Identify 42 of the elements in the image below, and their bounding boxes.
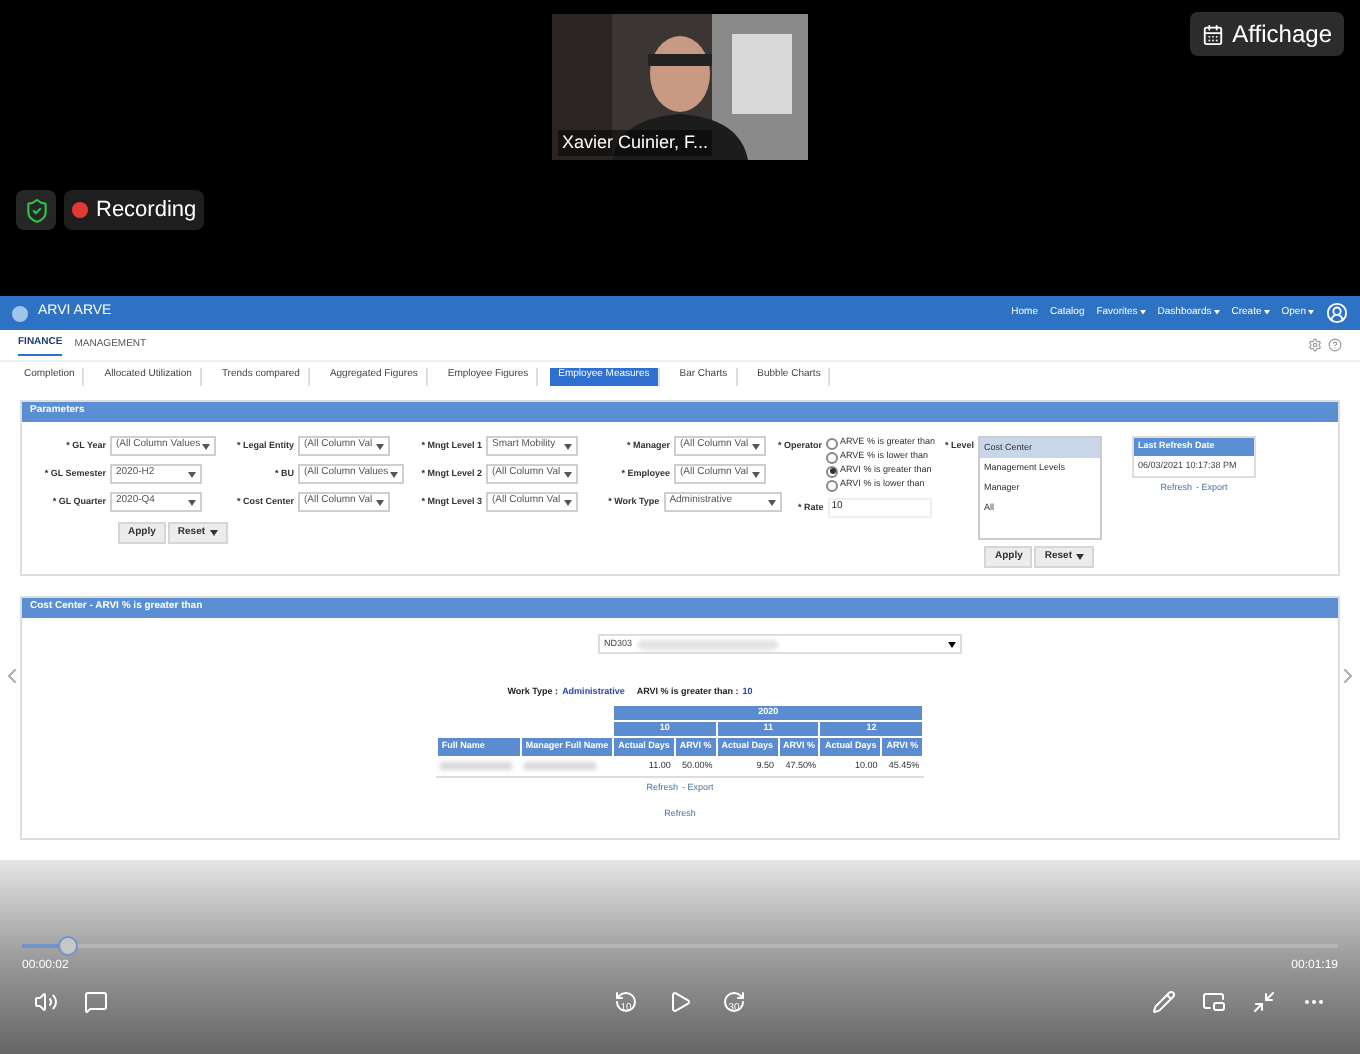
caret-icon	[390, 471, 399, 477]
caret-icon	[209, 530, 218, 536]
radio-button[interactable]	[826, 451, 839, 463]
calendar-icon	[1202, 23, 1225, 45]
view-button[interactable]: Affichage	[1190, 12, 1344, 56]
caret-icon	[1263, 310, 1270, 316]
play-icon[interactable]	[668, 990, 692, 1014]
captions-icon[interactable]	[84, 990, 108, 1014]
caret-icon	[948, 641, 956, 647]
caret-icon	[376, 443, 384, 449]
blurred-text	[638, 639, 779, 649]
caret-icon	[188, 471, 196, 477]
volume-icon[interactable]	[34, 990, 58, 1014]
user-icon[interactable]	[1326, 302, 1348, 324]
blurred-text	[524, 762, 597, 771]
caret-icon	[564, 499, 572, 505]
caret-icon	[1139, 310, 1146, 316]
radio-button[interactable]	[826, 437, 839, 449]
caret-icon	[376, 499, 384, 505]
minimize-icon[interactable]	[1252, 990, 1276, 1014]
progress-thumb[interactable]	[58, 936, 79, 956]
shield-icon	[16, 190, 56, 230]
pencil-icon[interactable]	[1152, 990, 1176, 1014]
caret-icon	[202, 443, 211, 449]
caret-icon	[752, 443, 760, 449]
blurred-text	[440, 762, 513, 771]
caret-icon	[1308, 310, 1314, 316]
logo-icon	[12, 305, 28, 321]
recording-badge: Recording	[64, 190, 205, 230]
picture-in-picture-icon[interactable]	[1202, 990, 1226, 1014]
radio-button[interactable]	[826, 479, 839, 491]
settings-icon[interactable]	[1308, 338, 1322, 352]
radio-button[interactable]	[826, 465, 839, 477]
help-icon[interactable]	[1328, 338, 1342, 352]
caret-icon	[188, 499, 196, 505]
caret-icon	[564, 443, 572, 449]
caret-icon	[768, 499, 776, 505]
caret-icon	[564, 471, 572, 477]
caret-icon	[752, 471, 760, 477]
caret-icon	[1213, 310, 1220, 316]
caret-icon	[1075, 554, 1084, 560]
participant-name: Xavier Cuinier, F...	[558, 129, 713, 156]
